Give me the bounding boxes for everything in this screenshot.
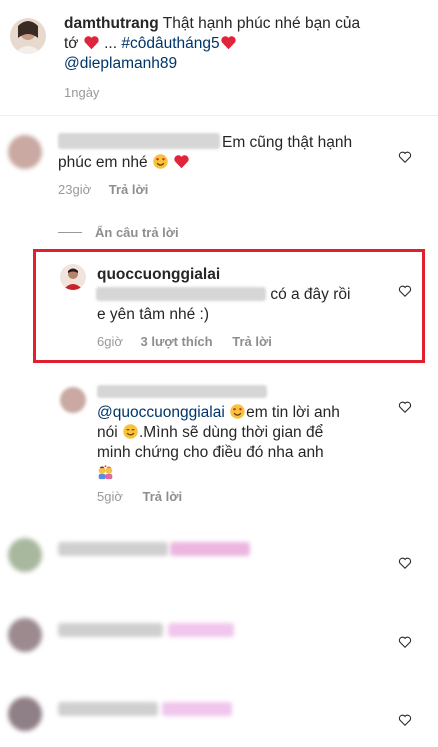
post-author-username[interactable]: damthutrang: [64, 15, 159, 32]
like-heart-icon[interactable]: [398, 713, 412, 732]
smiling-heart-eyes-emoji-icon: [229, 404, 246, 421]
reply-button[interactable]: Trả lời: [109, 182, 149, 197]
blurred-comment: [162, 702, 232, 716]
post-caption: damthutrang Thật hạnh phúc nhé bạn của t…: [64, 14, 364, 74]
blurred-comment: [58, 542, 168, 556]
comment-avatar[interactable]: [8, 135, 42, 169]
smiling-heart-eyes-emoji-icon: [152, 154, 169, 171]
post-time: 1ngày: [64, 85, 100, 100]
likes-count[interactable]: 3 lượt thích: [141, 334, 213, 349]
hide-replies-button[interactable]: Ẩn câu trả lời: [95, 225, 179, 240]
heart-emoji-icon: [83, 35, 100, 52]
blurred-username: [97, 385, 267, 398]
comment-avatar[interactable]: [8, 538, 42, 572]
reply-time: 5giờ: [97, 489, 123, 504]
divider: [0, 115, 438, 116]
caption-ellipsis: ...: [104, 35, 118, 52]
reply-text: @quoccuonggialai em tin lời anh nói .Mìn…: [97, 403, 397, 483]
blurred-comment: [170, 542, 250, 556]
heart-emoji-icon: [173, 154, 190, 171]
heart-emoji-icon: [220, 35, 237, 52]
hide-replies-line: [58, 232, 82, 233]
reply-author-avatar[interactable]: [60, 264, 86, 290]
caption-hashtag[interactable]: #côdâutháng5: [121, 35, 219, 52]
like-heart-icon[interactable]: [398, 556, 412, 575]
highlighted-reply-text: quoccuonggialai có a đây rồi e yên tâm n…: [96, 266, 351, 323]
smiling-emoji-icon: [122, 424, 139, 441]
like-heart-icon[interactable]: [398, 635, 412, 654]
reply-avatar[interactable]: [60, 387, 86, 413]
comment-meta: 23giờ Trả lời: [58, 182, 148, 197]
reply-time: 6giờ: [97, 334, 123, 349]
reply-button[interactable]: Trả lời: [143, 489, 183, 504]
like-heart-icon[interactable]: [398, 284, 412, 303]
reply-author-username[interactable]: quoccuonggialai: [97, 266, 220, 283]
comment-avatar[interactable]: [8, 618, 42, 652]
blurred-mention: [96, 287, 266, 301]
highlighted-reply-meta: 6giờ 3 lượt thích Trả lời: [97, 334, 272, 349]
caption-mention[interactable]: @dieplamanh89: [64, 55, 177, 72]
blurred-comment: [58, 623, 163, 637]
reply-button[interactable]: Trả lời: [232, 334, 272, 349]
comment-avatar[interactable]: [8, 697, 42, 731]
like-heart-icon[interactable]: [398, 400, 412, 419]
reply-meta: 5giờ Trả lời: [97, 489, 182, 504]
reply-mention[interactable]: @quoccuonggialai: [97, 404, 225, 421]
blurred-comment: [58, 702, 158, 716]
kiss-couple-emoji-icon: [97, 464, 114, 481]
post-author-avatar[interactable]: [10, 18, 46, 54]
comment-text: Em cũng thật hạnh phúc em nhé: [58, 134, 353, 171]
blurred-comment: [168, 623, 234, 637]
like-heart-icon[interactable]: [398, 150, 412, 169]
comment-time: 23giờ: [58, 182, 92, 197]
